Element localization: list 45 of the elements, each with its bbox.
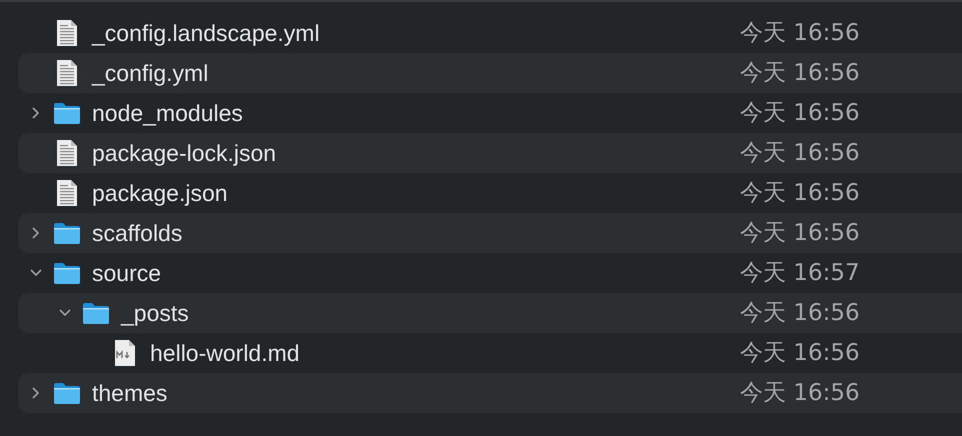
modified-date: 今天 16:56 — [740, 298, 860, 328]
modified-date: 今天 16:56 — [740, 178, 860, 208]
file-name: source — [92, 258, 162, 288]
file-row[interactable]: node_modules 今天 16:56 — [18, 93, 962, 133]
modified-date: 今天 16:56 — [740, 18, 860, 48]
file-name: package-lock.json — [92, 138, 276, 168]
document-icon — [56, 179, 78, 207]
file-row[interactable]: _posts 今天 16:56 — [18, 293, 962, 333]
folder-icon — [53, 381, 81, 405]
modified-date: 今天 16:56 — [740, 218, 860, 248]
file-name: _config.landscape.yml — [92, 18, 320, 48]
modified-date: 今天 16:56 — [740, 58, 860, 88]
file-row[interactable]: _config.landscape.yml 今天 16:56 — [18, 13, 962, 53]
file-name: package.json — [92, 178, 228, 208]
file-row[interactable]: package-lock.json 今天 16:56 — [18, 133, 962, 173]
file-name: _posts — [121, 298, 189, 328]
file-row[interactable]: scaffolds 今天 16:56 — [18, 213, 962, 253]
document-icon — [56, 139, 78, 167]
disclosure-chevron-icon[interactable] — [30, 387, 42, 399]
markdown-file-icon — [114, 339, 136, 367]
file-name: hello-world.md — [150, 338, 300, 368]
modified-date: 今天 16:56 — [740, 338, 860, 368]
file-row[interactable]: hello-world.md 今天 16:56 — [18, 333, 962, 373]
document-icon — [56, 59, 78, 87]
document-icon — [56, 19, 78, 47]
modified-date: 今天 16:57 — [740, 258, 860, 288]
modified-date: 今天 16:56 — [740, 378, 860, 408]
folder-icon — [53, 261, 81, 285]
disclosure-chevron-icon[interactable] — [30, 227, 42, 239]
file-name: _config.yml — [92, 58, 208, 88]
disclosure-chevron-icon[interactable] — [30, 107, 42, 119]
file-row[interactable]: _config.yml 今天 16:56 — [18, 53, 962, 93]
disclosure-chevron-icon[interactable] — [59, 307, 71, 319]
modified-date: 今天 16:56 — [740, 98, 860, 128]
file-name: scaffolds — [92, 218, 182, 248]
file-row[interactable]: package.json 今天 16:56 — [18, 173, 962, 213]
modified-date: 今天 16:56 — [740, 138, 860, 168]
file-name: themes — [92, 378, 168, 408]
file-row[interactable]: source 今天 16:57 — [18, 253, 962, 293]
folder-icon — [53, 221, 81, 245]
file-name: node_modules — [92, 98, 243, 128]
file-row[interactable]: themes 今天 16:56 — [18, 373, 962, 413]
folder-icon — [82, 301, 110, 325]
folder-icon — [53, 101, 81, 125]
disclosure-chevron-icon[interactable] — [30, 267, 42, 279]
